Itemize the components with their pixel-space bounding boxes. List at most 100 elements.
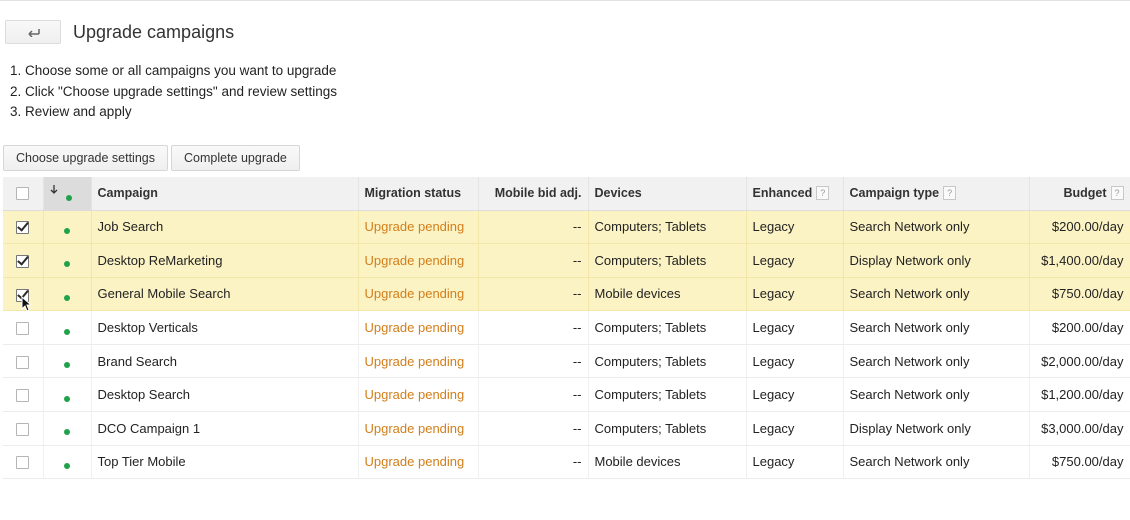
row-status-cell [43,344,92,379]
row-select-cell [3,377,44,413]
help-icon[interactable]: ? [1110,186,1124,201]
enhanced: Legacy [746,445,844,480]
campaign-type: Search Network only [843,445,1030,480]
table-row[interactable]: Job Search Upgrade pending -- Computers; Ta… [3,210,1130,245]
help-icon[interactable]: ? [816,186,830,201]
complete-upgrade-button[interactable]: Complete upgrade [171,145,300,171]
migration-status: Upgrade pending [358,377,479,413]
table-row[interactable]: Top Tier Mobile Upgrade pending -- Mobile d… [3,445,1130,480]
campaign-name[interactable]: Job Search [91,210,359,245]
instruction-step: 3. Review and apply [10,104,132,119]
row-select-cell [3,210,44,245]
budget: $200.00/day [1029,210,1130,245]
row-checkbox[interactable] [16,322,30,336]
budget: $2,000.00/day [1029,344,1130,379]
campaigns-table: Campaign Migration status Mobile bid adj… [3,177,1130,480]
enhanced: Legacy [746,277,844,312]
status-dot-icon [64,463,70,470]
table-header-row: Campaign Migration status Mobile bid adj… [3,177,1130,211]
enhanced: Legacy [746,377,844,413]
select-all-checkbox[interactable] [16,187,30,201]
devices: Computers; Tablets [588,377,747,413]
migration-status: Upgrade pending [358,277,479,312]
row-select-cell [3,277,44,312]
campaign-name[interactable]: DCO Campaign 1 [91,411,359,446]
row-checkbox[interactable] [16,422,30,436]
table-row[interactable]: Desktop Search Upgrade pending -- Computers… [3,377,1130,413]
migration-status: Upgrade pending [358,411,479,446]
choose-upgrade-settings-button[interactable]: Choose upgrade settings [3,145,168,171]
campaign-name[interactable]: Top Tier Mobile [91,445,359,480]
column-header-budget[interactable]: Budget? [1029,177,1130,211]
row-select-cell [3,310,44,345]
migration-status: Upgrade pending [358,243,479,278]
campaign-type: Display Network only [843,411,1030,446]
enhanced-header-label: Enhanced [752,186,813,201]
row-select-cell [3,445,44,480]
table-row[interactable]: Desktop ReMarketing Upgrade pending -- Comp… [3,243,1130,278]
mobile-bid-adj: -- [478,210,589,245]
campaign-name[interactable]: Desktop ReMarketing [91,243,359,278]
enhanced: Legacy [746,243,844,278]
devices: Computers; Tablets [588,210,747,245]
status-dot-icon [64,395,70,402]
instruction-step: 1. Choose some or all campaigns you want… [10,63,337,78]
status-dot-icon [64,295,70,302]
devices: Mobile devices [588,445,747,480]
table-row[interactable]: Desktop Verticals Upgrade pending -- Comput… [3,310,1130,345]
column-header-migration-status[interactable]: Migration status [358,177,479,211]
row-checkbox[interactable] [16,288,30,302]
budget: $1,400.00/day [1029,243,1130,278]
campaign-name[interactable]: Brand Search [91,344,359,379]
row-checkbox[interactable] [16,456,30,470]
row-checkbox[interactable] [16,221,30,235]
mobile-bid-adj: -- [478,243,589,278]
campaign-name[interactable]: Desktop Verticals [91,310,359,345]
campaign-type-header-label: Campaign type [849,186,940,201]
help-icon[interactable]: ? [943,186,957,201]
table-row[interactable]: Brand Search Upgrade pending -- Computers; … [3,344,1130,379]
column-header-devices[interactable]: Devices [588,177,747,211]
row-checkbox[interactable] [16,254,30,268]
mobile-bid-adj: -- [478,310,589,345]
campaign-type: Search Network only [843,210,1030,245]
table-row[interactable]: DCO Campaign 1 Upgrade pending -- Computers… [3,411,1130,446]
campaign-name[interactable]: Desktop Search [91,377,359,413]
row-status-cell [43,411,92,446]
status-sort-header[interactable] [43,177,92,211]
mobile-bid-adj: -- [478,445,589,480]
budget: $200.00/day [1029,310,1130,345]
column-header-campaign-type[interactable]: Campaign type? [843,177,1030,211]
devices: Computers; Tablets [588,411,747,446]
row-select-cell [3,243,44,278]
table-row[interactable]: General Mobile Search Upgrade pending -- Mo… [3,277,1130,312]
migration-status: Upgrade pending [358,344,479,379]
campaign-type: Display Network only [843,243,1030,278]
sort-down-arrow-icon [50,184,57,194]
row-checkbox[interactable] [16,355,30,369]
row-select-cell [3,411,44,446]
status-dot-icon [64,362,70,369]
budget: $1,200.00/day [1029,377,1130,413]
status-dot-icon [64,261,70,268]
column-header-enhanced[interactable]: Enhanced? [746,177,844,211]
row-status-cell [43,445,92,480]
top-divider [0,0,1130,1]
instruction-step: 2. Click "Choose upgrade settings" and r… [10,83,338,99]
select-all-header [3,177,44,211]
column-header-mobile-bid-adj[interactable]: Mobile bid adj. [478,177,589,211]
campaign-type: Search Network only [843,310,1030,345]
devices: Computers; Tablets [588,310,747,345]
page-title: Upgrade campaigns [73,22,235,42]
devices: Mobile devices [588,277,747,312]
budget: $3,000.00/day [1029,411,1130,446]
column-header-campaign[interactable]: Campaign [91,177,359,211]
campaign-name[interactable]: General Mobile Search [91,277,359,312]
mobile-bid-adj: -- [478,377,589,413]
devices: Computers; Tablets [588,243,747,278]
back-button[interactable] [5,20,61,44]
status-dot-icon [65,195,72,202]
row-checkbox[interactable] [16,389,30,403]
row-status-cell [43,310,92,345]
row-status-cell [43,377,92,413]
